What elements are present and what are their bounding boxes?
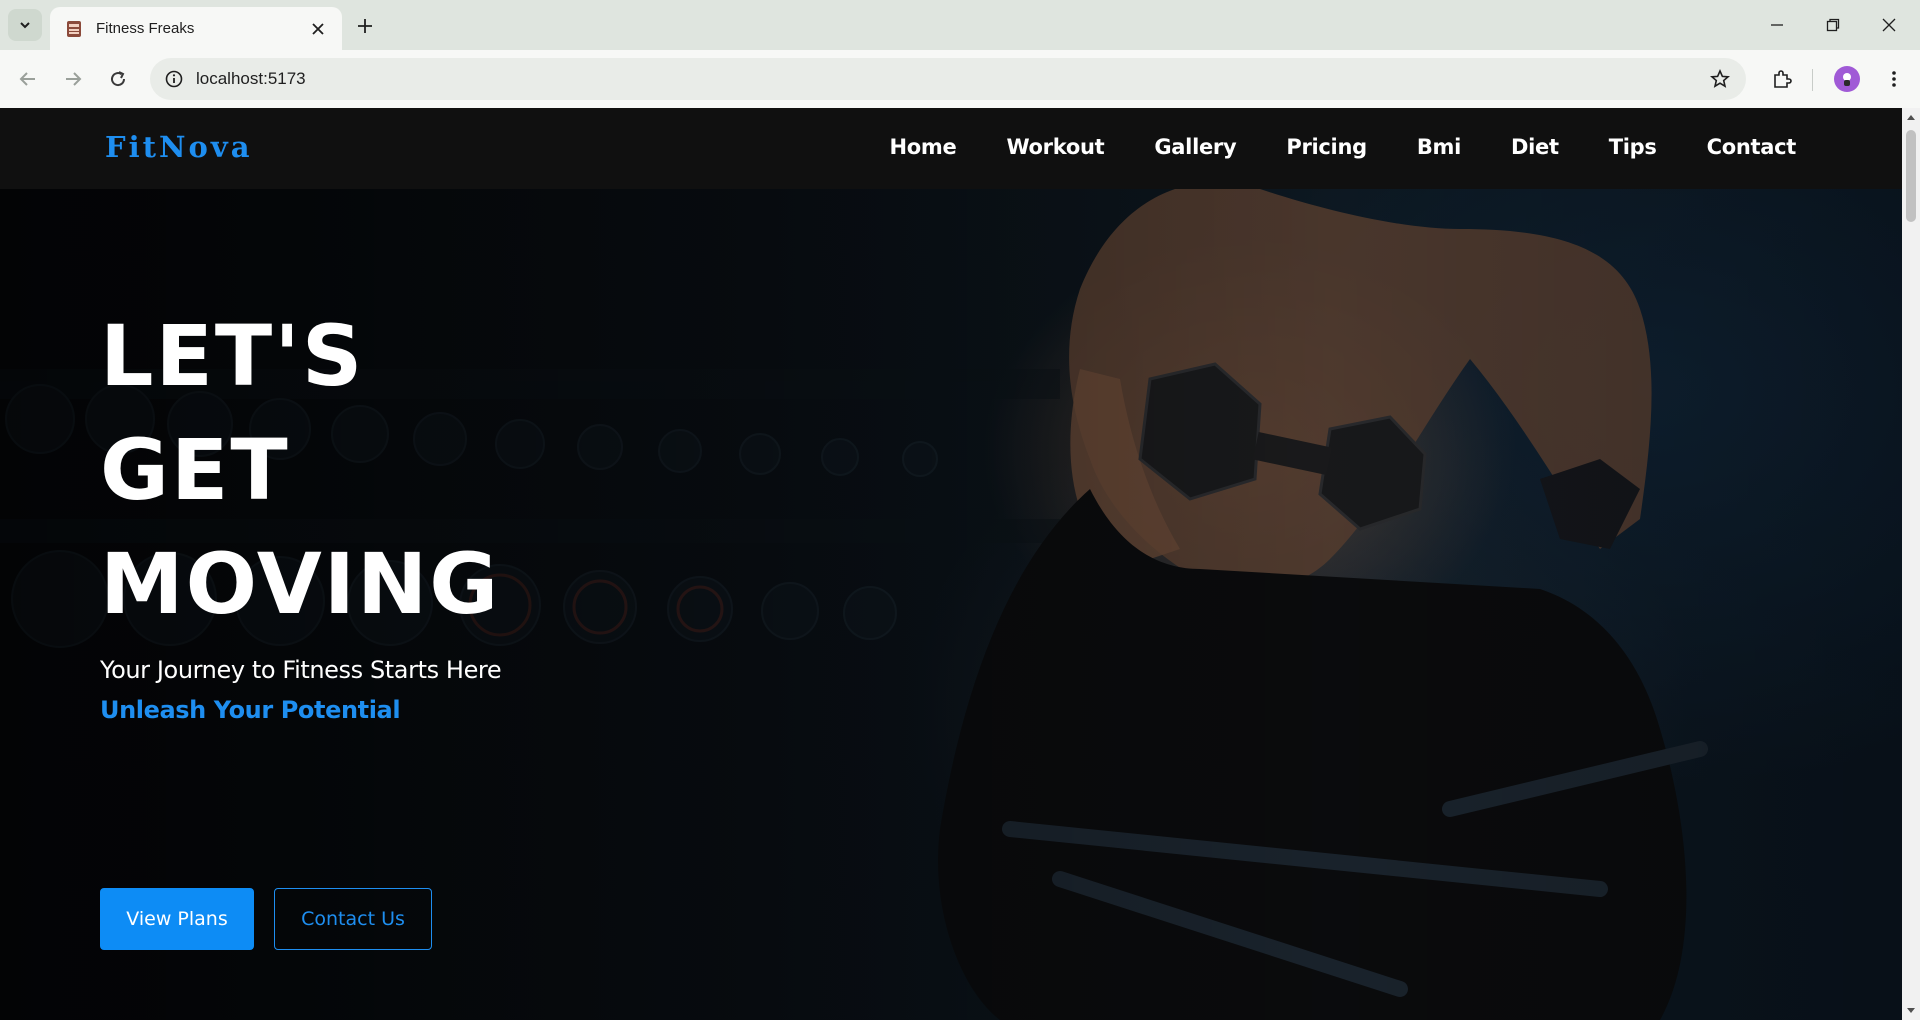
- user-avatar-icon: [1843, 73, 1851, 86]
- site-navbar: FitNova Home Workout Gallery Pricing Bmi…: [0, 108, 1902, 189]
- tab-search-button[interactable]: [8, 9, 42, 41]
- url-text: localhost:5173: [196, 69, 306, 88]
- tab-title: Fitness Freaks: [96, 20, 195, 37]
- close-window-button[interactable]: [1866, 10, 1912, 40]
- brand-logo[interactable]: FitNova: [105, 130, 253, 164]
- browser-toolbar: localhost:5173: [0, 50, 1920, 108]
- plus-icon: [358, 19, 372, 33]
- reload-button[interactable]: [104, 65, 132, 93]
- minimize-button[interactable]: [1754, 10, 1800, 40]
- scroll-up-arrow-icon[interactable]: [1906, 112, 1916, 122]
- hero-title-line-1: LET'S: [100, 307, 365, 405]
- nav-link-tips[interactable]: Tips: [1609, 135, 1657, 159]
- kebab-menu-icon: [1892, 71, 1896, 87]
- puzzle-icon: [1774, 70, 1792, 88]
- scrollbar-thumb[interactable]: [1906, 130, 1916, 222]
- hero-title: LET'S GET MOVING: [100, 299, 500, 641]
- nav-link-contact[interactable]: Contact: [1707, 135, 1797, 159]
- hero-section: LET'S GET MOVING Your Journey to Fitness…: [0, 189, 1902, 1020]
- close-icon: [1882, 18, 1896, 32]
- info-icon: [165, 70, 183, 88]
- hero-subtitle: Your Journey to Fitness Starts Here: [100, 656, 502, 684]
- hero-title-line-3: MOVING: [100, 535, 501, 633]
- bookmark-button[interactable]: [1708, 67, 1732, 91]
- minimize-icon: [1771, 24, 1783, 26]
- profile-avatar[interactable]: [1834, 66, 1860, 92]
- scroll-down-arrow-icon[interactable]: [1906, 1006, 1916, 1016]
- close-icon: [312, 22, 324, 35]
- new-tab-button[interactable]: [352, 13, 378, 39]
- tab-close-button[interactable]: [308, 19, 328, 39]
- view-plans-button[interactable]: View Plans: [100, 888, 254, 950]
- nav-link-pricing[interactable]: Pricing: [1286, 135, 1367, 159]
- address-bar[interactable]: localhost:5173: [150, 58, 1746, 100]
- restore-button[interactable]: [1810, 10, 1856, 40]
- restore-icon: [1826, 18, 1840, 32]
- nav-link-bmi[interactable]: Bmi: [1417, 135, 1461, 159]
- forward-button[interactable]: [59, 65, 87, 93]
- nav-link-gallery[interactable]: Gallery: [1154, 135, 1236, 159]
- star-icon: [1710, 69, 1730, 88]
- hero-accent-text: Unleash Your Potential: [100, 696, 401, 724]
- browser-menu-button[interactable]: [1880, 65, 1908, 93]
- nav-links: Home Workout Gallery Pricing Bmi Diet Ti…: [840, 135, 1797, 159]
- browser-tabstrip: Fitness Freaks: [0, 0, 1920, 50]
- site-info-button[interactable]: [162, 67, 186, 91]
- browser-tab[interactable]: Fitness Freaks: [50, 7, 342, 50]
- extensions-button[interactable]: [1768, 65, 1796, 93]
- dumbbell-favicon-icon: [67, 20, 81, 37]
- arrow-right-icon: [66, 72, 82, 86]
- chevron-down-icon: [20, 22, 30, 29]
- page-viewport: FitNova Home Workout Gallery Pricing Bmi…: [0, 108, 1920, 1020]
- arrow-left-icon: [19, 72, 35, 86]
- nav-link-home[interactable]: Home: [890, 135, 957, 159]
- back-button[interactable]: [14, 65, 42, 93]
- nav-link-diet[interactable]: Diet: [1511, 135, 1559, 159]
- hero-title-line-2: GET: [100, 421, 290, 519]
- contact-us-button[interactable]: Contact Us: [274, 888, 432, 950]
- page-scrollbar[interactable]: [1902, 108, 1920, 1020]
- nav-link-workout[interactable]: Workout: [1006, 135, 1104, 159]
- reload-icon: [111, 71, 126, 87]
- toolbar-separator: [1812, 69, 1813, 91]
